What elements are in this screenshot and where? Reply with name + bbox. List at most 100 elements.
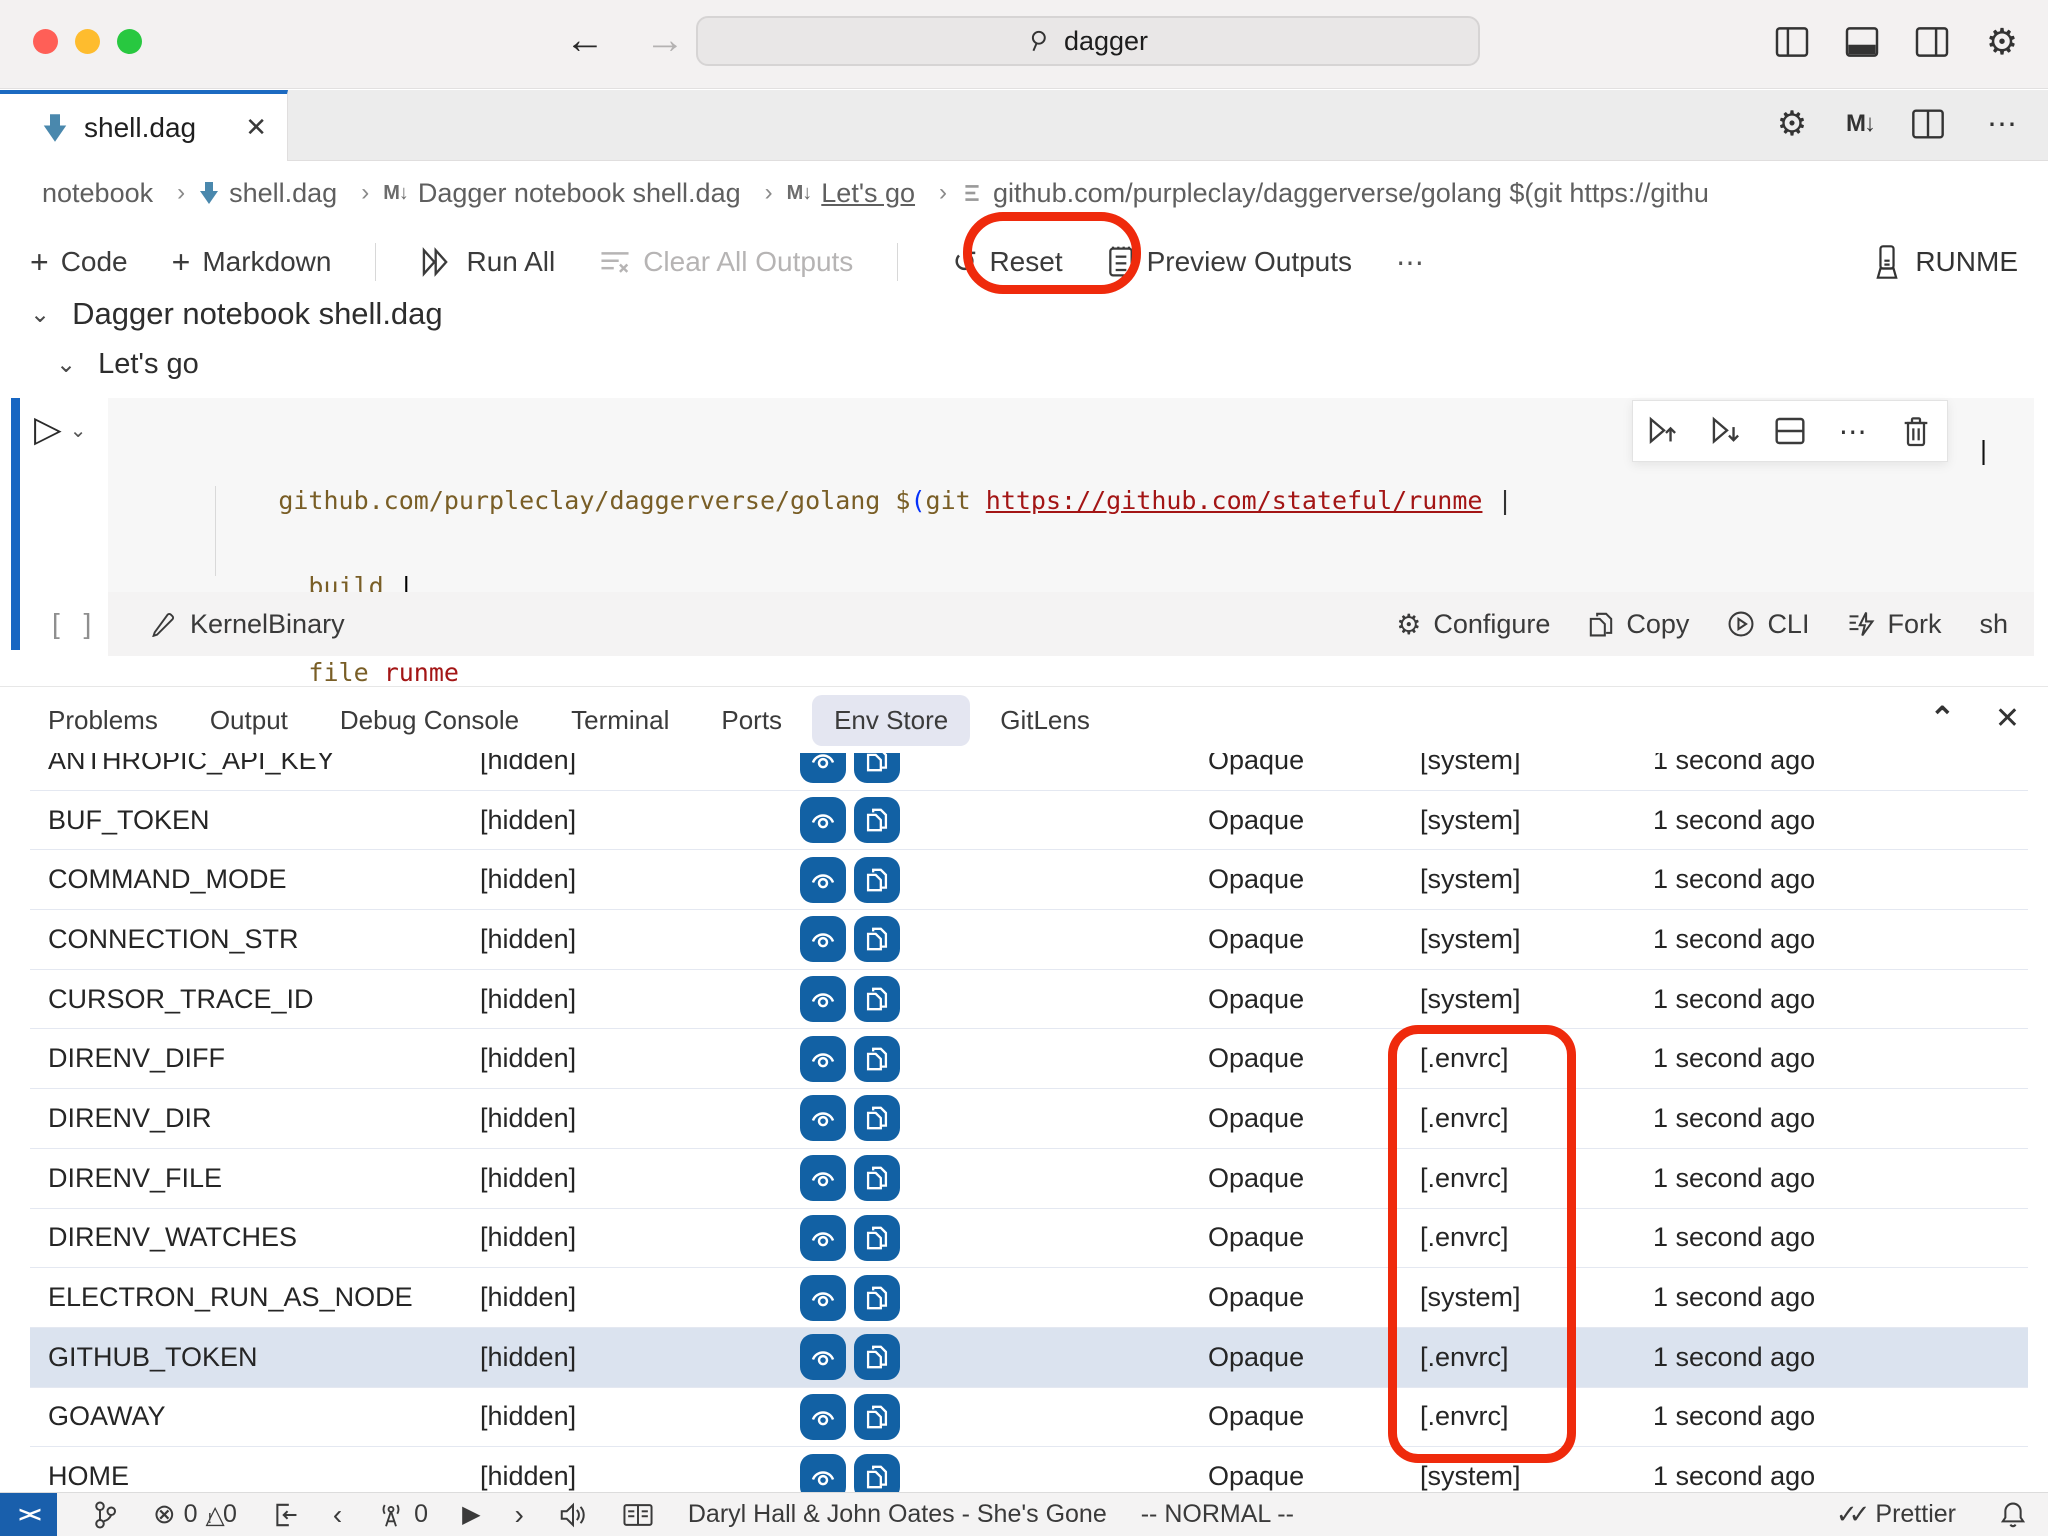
maximize-panel-icon[interactable]: ⌃ [1930,701,1955,736]
toolbar-more-icon[interactable]: ⋯ [1396,246,1424,279]
vim-mode-status[interactable]: -- NORMAL -- [1141,1500,1294,1529]
reveal-value-button[interactable] [800,1155,846,1201]
env-table-row[interactable]: BUF_TOKEN [hidden] [30,791,2028,851]
reveal-value-button[interactable] [800,857,846,903]
panel-tab[interactable]: Ports [721,695,782,746]
copy-value-button[interactable] [854,1275,900,1321]
env-table-row[interactable]: COMMAND_MODE [hidden] [30,850,2028,910]
now-playing-status[interactable]: Daryl Hall & John Oates - She's Gone [688,1500,1107,1529]
reveal-value-button[interactable] [800,1036,846,1082]
prettier-status[interactable]: ✓✓ Prettier [1836,1499,1956,1530]
bell-icon[interactable] [2000,1501,2026,1529]
reader-icon[interactable] [622,1501,654,1529]
reveal-value-button[interactable] [800,1095,846,1141]
reveal-value-button[interactable] [800,753,846,783]
cell-language-label[interactable]: sh [1979,609,2008,640]
env-table-row[interactable]: DIRENV_DIFF [hidden] [30,1029,2028,1089]
minimize-window-button[interactable] [75,29,100,54]
env-table-row[interactable]: HOME [hidden] [30,1447,2028,1493]
run-all-button[interactable]: Run All [420,246,555,278]
env-table-row[interactable]: DIRENV_WATCHES [hidden] [30,1209,2028,1269]
add-code-button[interactable]: + Code [30,244,128,281]
exit-session-status[interactable] [271,1501,299,1529]
settings-gear-icon[interactable]: ⚙ [1982,22,2022,62]
configure-button[interactable]: ⚙ Configure [1396,608,1550,641]
breadcrumb-item[interactable]: shell.dag › [199,178,383,209]
add-markdown-button[interactable]: + Markdown [172,244,332,281]
env-table-row[interactable]: ELECTRON_RUN_AS_NODE [hidden] [30,1268,2028,1328]
copy-button[interactable]: Copy [1588,609,1689,640]
breadcrumb-item[interactable]: M↓ Let's go › [787,178,961,209]
panel-tab[interactable]: Output [210,695,288,746]
copy-value-button[interactable] [854,1394,900,1440]
panel-tab[interactable]: GitLens [1000,695,1090,746]
cli-button[interactable]: CLI [1727,609,1809,640]
reveal-value-button[interactable] [800,976,846,1022]
reveal-value-button[interactable] [800,1275,846,1321]
copy-value-button[interactable] [854,1095,900,1141]
split-cell-icon[interactable] [1770,411,1810,451]
panel-tab[interactable]: Env Store [812,695,970,746]
kernel-selector[interactable]: KernelBinary [150,609,345,640]
run-cell-button[interactable]: ▷ ⌄ [34,408,86,450]
reveal-value-button[interactable] [800,916,846,962]
chevron-down-icon[interactable]: ⌄ [30,300,50,329]
copy-value-button[interactable] [854,976,900,1022]
copy-value-button[interactable] [854,916,900,962]
close-panel-icon[interactable]: ✕ [1995,701,2020,736]
toggle-primary-sidebar-icon[interactable] [1772,22,1812,62]
env-table-row[interactable]: DIRENV_FILE [hidden] [30,1149,2028,1209]
chevron-down-icon[interactable]: ⌄ [56,350,76,379]
copy-value-button[interactable] [854,857,900,903]
chevron-right-status[interactable]: › [515,1499,524,1531]
play-status[interactable]: ▶ [462,1500,480,1529]
panel-tab[interactable]: Debug Console [340,695,519,746]
markdown-heading-2[interactable]: ⌄ Let's go [56,348,199,381]
source-control-status[interactable] [91,1500,119,1530]
split-editor-icon[interactable] [1908,104,1948,144]
chevron-left-status[interactable]: ‹ [333,1499,342,1531]
broadcast-status[interactable]: 0 [376,1500,428,1529]
copy-value-button[interactable] [854,1036,900,1082]
reset-button[interactable]: ↺ Reset [926,245,1088,280]
panel-tab[interactable]: Terminal [571,695,669,746]
traffic-lights[interactable] [33,29,142,54]
env-table-row[interactable]: DIRENV_DIR [hidden] [30,1089,2028,1149]
more-icon[interactable]: ⋯ [1833,411,1873,451]
speaker-icon[interactable] [558,1501,588,1529]
toggle-panel-icon[interactable] [1842,22,1882,62]
env-table-row[interactable]: GOAWAY [hidden] [30,1388,2028,1448]
problems-status[interactable]: ⊗ 0 △! 0 [153,1499,237,1530]
markdown-export-icon[interactable]: M↓ [1846,110,1874,138]
execute-above-icon[interactable] [1644,411,1684,451]
breadcrumb-item[interactable]: M↓ Dagger notebook shell.dag › [383,178,786,209]
reveal-value-button[interactable] [800,1215,846,1261]
env-table-row[interactable]: CONNECTION_STR [hidden] [30,910,2028,970]
delete-cell-icon[interactable] [1896,411,1936,451]
copy-value-button[interactable] [854,753,900,783]
copy-value-button[interactable] [854,1215,900,1261]
zoom-window-button[interactable] [117,29,142,54]
copy-value-button[interactable] [854,1334,900,1380]
code-link[interactable]: https://github.com/stateful/runme [986,486,1483,515]
env-table-row[interactable]: CURSOR_TRACE_ID [hidden] [30,970,2028,1030]
execute-below-icon[interactable] [1707,411,1747,451]
command-center-search[interactable]: dagger [696,16,1480,66]
reveal-value-button[interactable] [800,1334,846,1380]
reveal-value-button[interactable] [800,1394,846,1440]
preview-outputs-button[interactable]: Preview Outputs [1107,246,1352,278]
close-window-button[interactable] [33,29,58,54]
copy-value-button[interactable] [854,797,900,843]
remote-indicator[interactable]: >< [0,1493,57,1536]
markdown-heading-1[interactable]: ⌄ Dagger notebook shell.dag [30,296,443,332]
breadcrumb-item[interactable]: notebook › [42,178,199,209]
reveal-value-button[interactable] [800,797,846,843]
close-tab-icon[interactable]: ✕ [245,112,267,143]
tab-shell-dag[interactable]: shell.dag ✕ [0,90,288,161]
back-icon[interactable]: ← [565,18,605,63]
env-table-row[interactable]: GITHUB_TOKEN [hidden] [30,1328,2028,1388]
reveal-value-button[interactable] [800,1454,846,1493]
env-table-row[interactable]: ANTHROPIC_API_KEY [hidden] [30,753,2028,791]
copy-value-button[interactable] [854,1454,900,1493]
breadcrumb-item[interactable]: github.com/purpleclay/daggerverse/golang… [961,178,1709,209]
